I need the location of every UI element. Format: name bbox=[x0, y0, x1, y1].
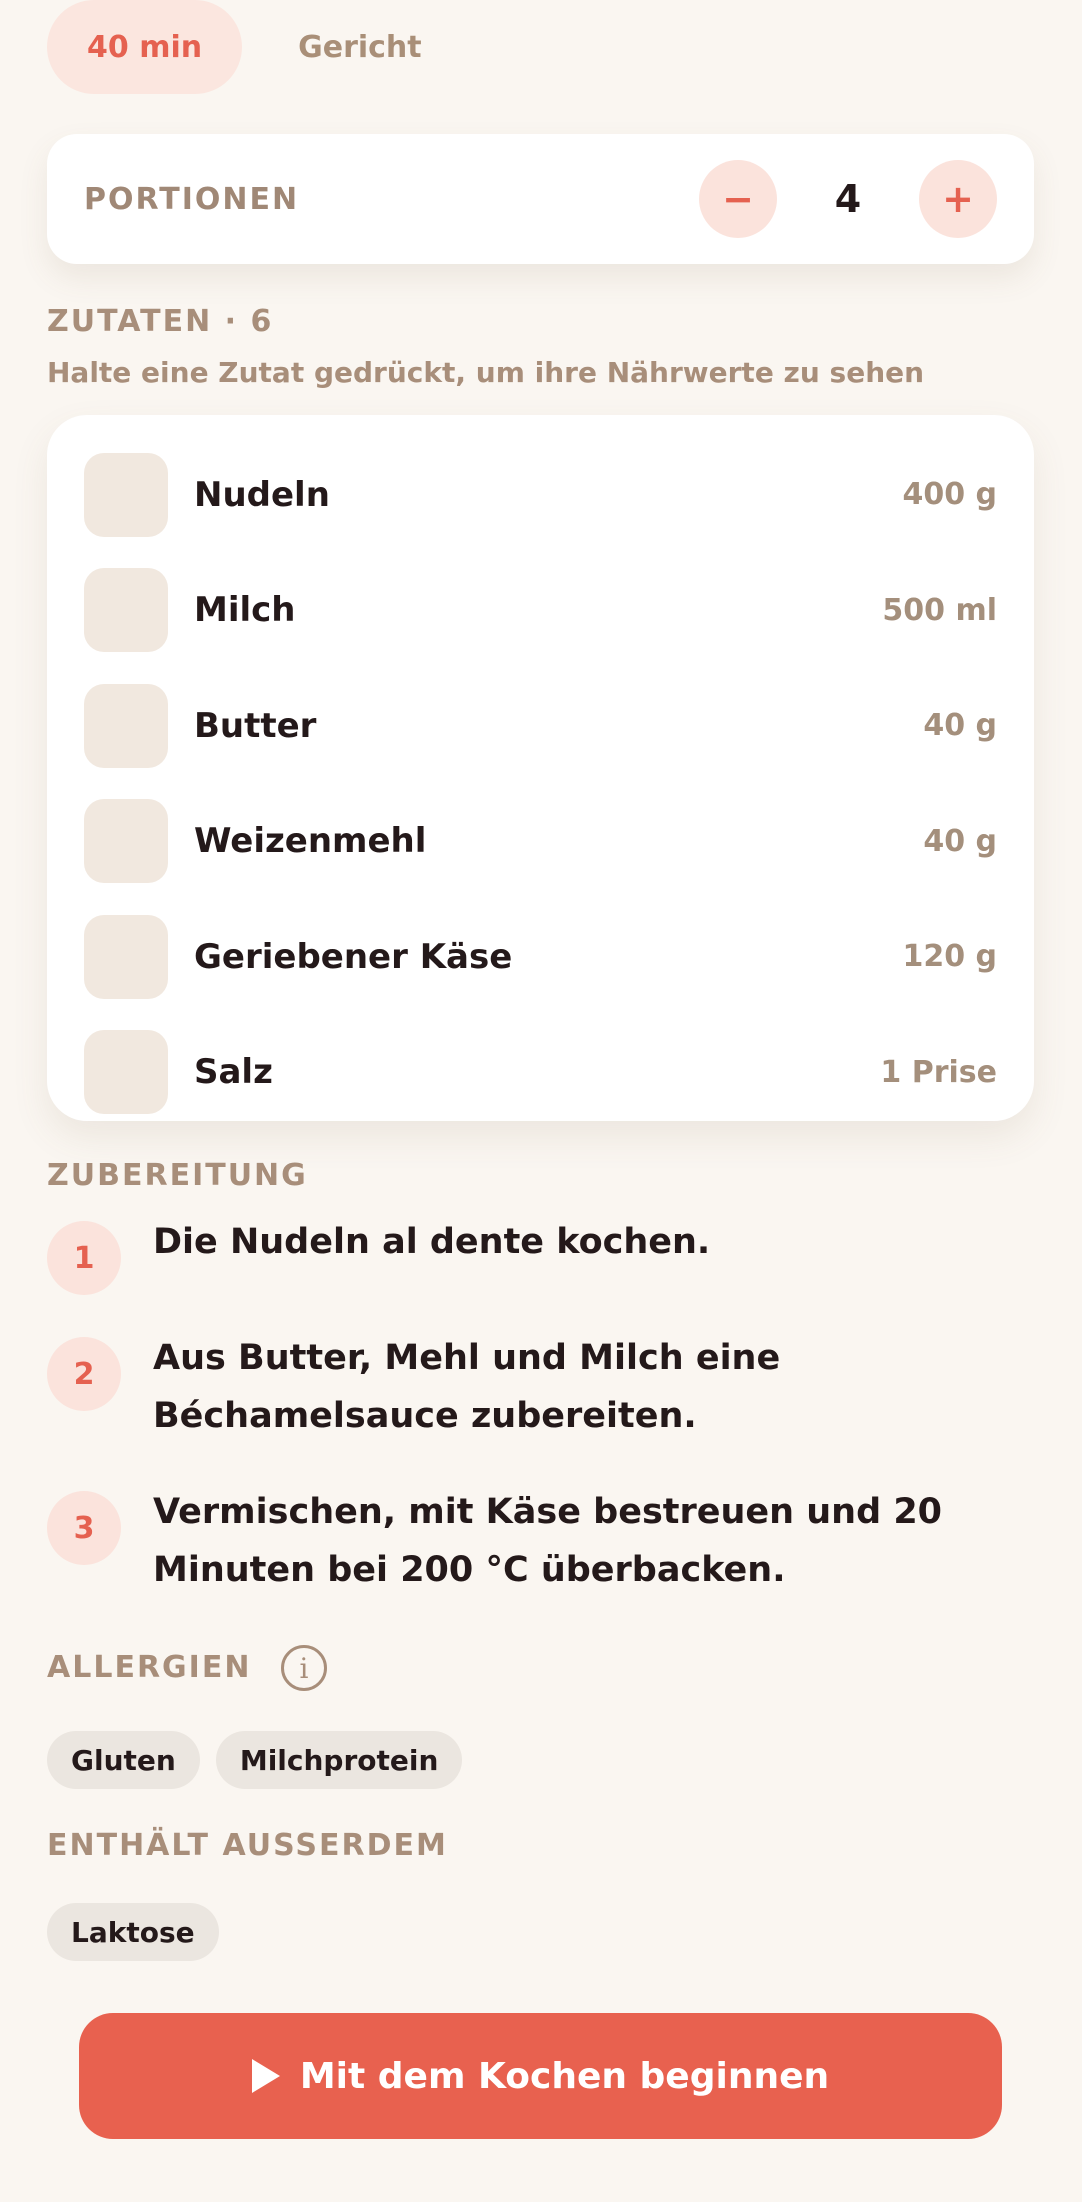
ingredient-quantity: 400 g bbox=[902, 477, 997, 513]
ingredient-quantity: 40 g bbox=[923, 823, 997, 859]
step-text: Vermischen, mit Käse bestreuen und 20 Mi… bbox=[153, 1492, 943, 1590]
recipe-meta-row: 40 min Gericht bbox=[47, 0, 422, 94]
step-number: 2 bbox=[47, 1337, 121, 1411]
recipe-detail-screen: 40 min Gericht PORTIONEN − 4 + ZUTATEN ·… bbox=[0, 0, 1082, 2202]
step-text: Aus Butter, Mehl und Milch eine Béchamel… bbox=[153, 1338, 781, 1436]
ingredient-row[interactable]: Butter 40 g bbox=[84, 668, 997, 784]
portions-stepper: − 4 + bbox=[699, 160, 997, 238]
ingredient-name: Salz bbox=[194, 1052, 273, 1093]
portions-label: PORTIONEN bbox=[84, 181, 300, 217]
ingredient-quantity: 500 ml bbox=[882, 592, 997, 628]
allergen-tags: Gluten Milchprotein bbox=[47, 1731, 463, 1789]
ingredient-name: Geriebener Käse bbox=[194, 936, 513, 977]
step-number: 1 bbox=[47, 1221, 121, 1295]
info-icon[interactable]: i bbox=[281, 1645, 327, 1691]
step-number: 3 bbox=[47, 1491, 121, 1565]
ingredient-row[interactable]: Nudeln 400 g bbox=[84, 437, 997, 553]
preparation-step: 3 Vermischen, mit Käse bestreuen und 20 … bbox=[47, 1491, 1037, 1599]
start-cooking-button[interactable]: Mit dem Kochen beginnen bbox=[79, 2013, 1002, 2139]
ingredient-thumbnail bbox=[84, 452, 168, 537]
ingredient-thumbnail bbox=[84, 1030, 168, 1115]
increase-portions-button[interactable]: + bbox=[919, 160, 997, 238]
ingredients-list: Nudeln 400 g Milch 500 ml Butter 40 g We… bbox=[47, 415, 1034, 1121]
ingredient-thumbnail bbox=[84, 914, 168, 999]
ingredient-thumbnail bbox=[84, 683, 168, 768]
ingredient-name: Nudeln bbox=[194, 474, 330, 515]
ingredient-quantity: 1 Prise bbox=[880, 1054, 997, 1090]
preparation-step: 1 Die Nudeln al dente kochen. bbox=[47, 1221, 1037, 1295]
also-contains-title: ENTHÄLT AUSSERDEM bbox=[47, 1828, 448, 1863]
allergen-tag: Milchprotein bbox=[215, 1731, 463, 1789]
also-contains-tags: Laktose bbox=[47, 1903, 219, 1961]
preparation-title: ZUBEREITUNG bbox=[47, 1158, 308, 1193]
ingredient-name: Milch bbox=[194, 590, 296, 631]
dish-type-label: Gericht bbox=[298, 29, 422, 65]
step-text: Die Nudeln al dente kochen. bbox=[153, 1222, 711, 1262]
ingredient-row[interactable]: Weizenmehl 40 g bbox=[84, 784, 997, 900]
also-contains-tag: Laktose bbox=[47, 1903, 219, 1961]
ingredient-name: Butter bbox=[194, 705, 317, 746]
ingredients-title: ZUTATEN · 6 bbox=[47, 304, 274, 339]
ingredient-thumbnail bbox=[84, 799, 168, 884]
portions-value: 4 bbox=[834, 177, 862, 221]
duration-chip: 40 min bbox=[47, 0, 243, 94]
ingredient-name: Weizenmehl bbox=[194, 821, 427, 862]
ingredient-row[interactable]: Geriebener Käse 120 g bbox=[84, 899, 997, 1015]
ingredients-hint: Halte eine Zutat gedrückt, um ihre Nährw… bbox=[47, 356, 925, 389]
decrease-portions-button[interactable]: − bbox=[699, 160, 777, 238]
portions-card: PORTIONEN − 4 + bbox=[47, 134, 1034, 264]
allergen-tag: Gluten bbox=[47, 1731, 200, 1789]
ingredient-quantity: 40 g bbox=[923, 708, 997, 744]
ingredient-quantity: 120 g bbox=[902, 939, 997, 975]
play-icon bbox=[251, 2059, 280, 2093]
ingredient-row[interactable]: Salz 1 Prise bbox=[84, 1015, 997, 1131]
ingredient-thumbnail bbox=[84, 568, 168, 653]
allergens-title: ALLERGIEN bbox=[47, 1650, 252, 1685]
start-cooking-label: Mit dem Kochen beginnen bbox=[299, 2055, 830, 2097]
preparation-step: 2 Aus Butter, Mehl und Milch eine Bécham… bbox=[47, 1337, 1037, 1445]
ingredient-row[interactable]: Milch 500 ml bbox=[84, 553, 997, 669]
